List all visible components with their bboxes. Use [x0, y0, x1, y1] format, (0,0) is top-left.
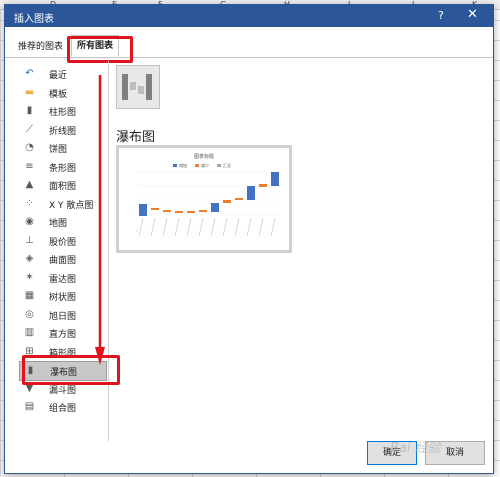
sidebar-item-map-chart[interactable]: ◉ 地图 [19, 213, 105, 231]
sidebar-item-histogram-chart[interactable]: ▥ 直方图 [19, 324, 105, 342]
sidebar-item-label: 地图 [49, 219, 68, 229]
tab-highlight-box [67, 36, 133, 63]
sidebar-item-scatter-chart[interactable]: ⁘ X Y 散点图 [19, 195, 105, 213]
sidebar-item-label: 直方图 [49, 330, 77, 340]
sidebar-item-label: 曲面图 [49, 256, 77, 266]
red-arrow-annotation [95, 75, 105, 365]
folder-icon: ▬ [24, 86, 35, 98]
treemap-chart-icon: ▦ [24, 290, 35, 301]
legend-label-total: 汇总 [223, 162, 231, 168]
waterfall-thumbnail[interactable] [116, 65, 160, 109]
legend-swatch-decrease [195, 164, 199, 167]
chart-preview[interactable]: 图表标题 增加 减少 汇总 — [116, 145, 292, 253]
chart-type-sidebar: ↶ 最近 ▬ 模板 ▮ 柱形图 ⟋ 折线图 ◔ 饼图 ≡ 条形图 ▲ 面积图 ⁘ X Y 散点图 ◉ 地图 ⊥ 股价图… [13, 63, 107, 443]
tab-recommended-charts[interactable]: 推荐的图表 [13, 38, 68, 56]
sidebar-item-sunburst-chart[interactable]: ◎ 旭日图 [19, 306, 105, 324]
legend-swatch-increase [173, 164, 177, 167]
preview-chart-title: 图表标题 [194, 153, 214, 160]
area-chart-icon: ▲ [25, 179, 34, 190]
waterfall-highlight-box [22, 355, 120, 385]
column-chart-icon: ▮ [26, 105, 33, 116]
sidebar-item-label: 旭日图 [49, 311, 77, 322]
radar-chart-icon: ✶ [25, 271, 34, 283]
sidebar-item-treemap-chart[interactable]: ▦ 树状图 [19, 287, 105, 305]
sidebar-item-surface-chart[interactable]: ◈ 曲面图 [19, 250, 105, 268]
sidebar-item-label: 模板 [49, 89, 68, 100]
legend-swatch-total [217, 164, 221, 167]
pie-chart-icon: ◔ [25, 142, 34, 153]
sidebar-item-label: 柱形图 [49, 108, 77, 118]
surface-chart-icon: ◈ [25, 253, 34, 264]
chart-type-title: 瀑布图 [116, 130, 156, 145]
waterfall-thumbnail-icon [122, 74, 152, 100]
sidebar-item-label: 面积图 [49, 182, 77, 192]
sidebar-item-label: 雷达图 [49, 274, 77, 285]
stock-chart-icon: ⊥ [25, 234, 34, 246]
sidebar-item-label: 折线图 [49, 126, 77, 137]
sidebar-item-label: 树状图 [49, 293, 77, 303]
dialog-title: 插入图表 [14, 14, 54, 25]
sidebar-item-label: 组合图 [49, 404, 77, 414]
sidebar-item-area-chart[interactable]: ▲ 面积图 [19, 176, 105, 194]
sidebar-item-line-chart[interactable]: ⟋ 折线图 [19, 121, 105, 139]
sidebar-item-column-chart[interactable]: ▮ 柱形图 [19, 102, 105, 120]
sidebar-item-label: 股价图 [49, 237, 77, 248]
sidebar-item-bar-chart[interactable]: ≡ 条形图 [19, 158, 105, 176]
bar-chart-icon: ≡ [25, 160, 34, 172]
chart-content-panel: 瀑布图 图表标题 增加 减少 汇总 — [113, 63, 485, 443]
undo-icon: ↶ [25, 68, 34, 79]
watermark: Bai 经验 [390, 441, 441, 456]
combo-chart-icon: ▤ [24, 401, 35, 412]
sidebar-item-label: 饼图 [49, 145, 68, 155]
svg-text:—: — [134, 228, 139, 233]
sidebar-item-pie-chart[interactable]: ◔ 饼图 [19, 139, 105, 157]
close-button[interactable]: ✕ [467, 7, 478, 22]
map-chart-icon: ◉ [25, 216, 34, 227]
legend-label-decrease: 减少 [201, 162, 209, 168]
histogram-chart-icon: ▥ [24, 327, 35, 338]
line-chart-icon: ⟋ [26, 123, 33, 135]
help-button[interactable]: ? [438, 9, 444, 22]
sidebar-item-label: 条形图 [49, 163, 77, 174]
dialog-title-bar: 插入图表 ? ✕ [5, 5, 493, 27]
sidebar-item-stock-chart[interactable]: ⊥ 股价图 [19, 232, 105, 250]
sidebar-item-radar-chart[interactable]: ✶ 雷达图 [19, 269, 105, 287]
insert-chart-dialog: 插入图表 ? ✕ 推荐的图表 所有图表 ↶ 最近 ▬ 模板 ▮ 柱形图 ⟋ 折线图 ◔ 饼图 ≡ 条形… [4, 4, 494, 474]
sidebar-item-combo-chart[interactable]: ▤ 组合图 [19, 398, 105, 416]
scatter-chart-icon: ⁘ [25, 197, 34, 209]
sidebar-item-undo[interactable]: ↶ 最近 [19, 65, 105, 83]
chart-preview-image: 图表标题 增加 减少 汇总 — [134, 153, 279, 237]
sidebar-item-label: X Y 散点图 [49, 200, 94, 211]
sidebar-item-label: 最近 [49, 71, 68, 81]
sunburst-chart-icon: ◎ [25, 308, 34, 320]
sidebar-item-folder[interactable]: ▬ 模板 [19, 84, 105, 102]
legend-label-increase: 增加 [179, 162, 187, 168]
